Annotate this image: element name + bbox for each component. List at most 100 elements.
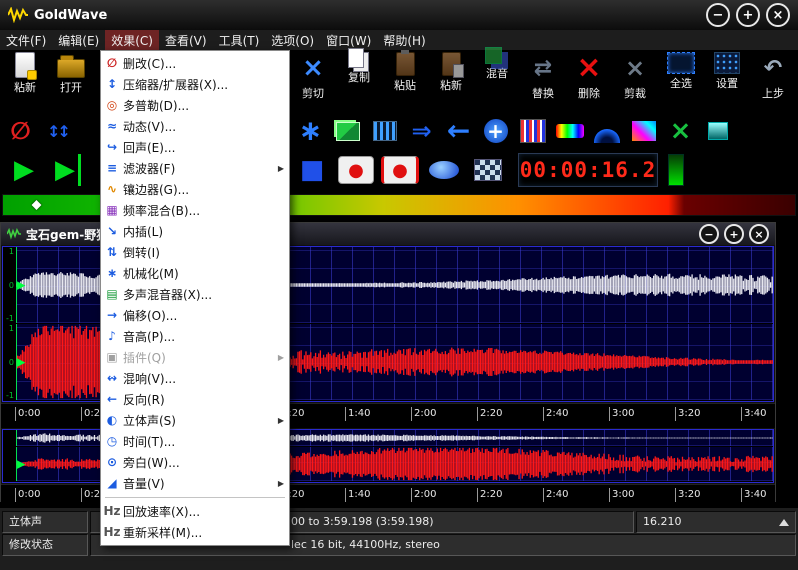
- fx-censor-button[interactable]: ∅: [2, 116, 39, 146]
- time-label: 1:40: [345, 488, 411, 502]
- fx-button-misc[interactable]: [699, 116, 736, 146]
- fx-button-dome[interactable]: [588, 116, 625, 146]
- menu-item-reverse[interactable]: ← 反向(R): [101, 389, 289, 410]
- volume-icon: ◢: [101, 473, 123, 494]
- time-label: 2:40: [543, 407, 609, 421]
- sound-maximize-button[interactable]: +: [724, 224, 744, 244]
- menu-item-volume[interactable]: ◢ 音量(V): [101, 473, 289, 494]
- menu-effect[interactable]: 效果(C): [105, 30, 159, 50]
- fx-button-move[interactable]: +: [477, 116, 514, 146]
- record-button[interactable]: ●: [334, 152, 378, 188]
- paste-button[interactable]: 粘贴: [382, 52, 428, 101]
- select-all-icon: [667, 52, 695, 74]
- overview-axis: [3, 430, 16, 447]
- fx-button-forward[interactable]: ⇒: [403, 116, 440, 146]
- delete-button[interactable]: × 删除: [566, 52, 612, 101]
- fx-button-split[interactable]: ×: [662, 116, 699, 146]
- edit-status-box: 修改状态: [2, 534, 88, 556]
- play-icon: ▶: [14, 154, 34, 186]
- menu-tool[interactable]: 工具(T): [213, 30, 266, 50]
- compress-big-icon: ↕↕: [47, 115, 68, 147]
- menu-item-mechanize[interactable]: ∗ 机械化(M): [101, 263, 289, 284]
- reverb-icon: ↭: [101, 368, 123, 389]
- select-all-button[interactable]: 全选: [658, 52, 704, 101]
- menu-item-invert[interactable]: ⇅ 倒转(I): [101, 242, 289, 263]
- menu-item-voice-over[interactable]: ⊙ 旁白(W)...: [101, 452, 289, 473]
- stop-button[interactable]: ■: [290, 152, 334, 188]
- prev-step-button[interactable]: ↶ 上步: [750, 52, 796, 101]
- play-button[interactable]: ▶: [2, 152, 46, 188]
- trim-button[interactable]: × 剪裁: [612, 52, 658, 101]
- menu-item-flanger[interactable]: ∿ 镶边器(G)...: [101, 179, 289, 200]
- paste-new-doc-icon: [442, 52, 461, 76]
- menu-item-reverb[interactable]: ↭ 混响(V)...: [101, 368, 289, 389]
- menu-item-offset[interactable]: → 偏移(O)...: [101, 305, 289, 326]
- time-label: 0:00: [15, 488, 81, 502]
- stereo-icon: ◐: [101, 410, 123, 431]
- fx-button-chart[interactable]: [366, 116, 403, 146]
- menu-item-compressor-expander[interactable]: ↕ 压缩器/扩展器(X)...: [101, 74, 289, 95]
- close-button[interactable]: ×: [766, 3, 790, 27]
- meter-marker-icon: [32, 200, 42, 210]
- menu-item-mixer[interactable]: ▤ 多声混音器(X)...: [101, 284, 289, 305]
- menu-view[interactable]: 查看(V): [159, 30, 213, 50]
- set-button[interactable]: 设置: [704, 52, 750, 101]
- record-icon: ●: [338, 156, 374, 184]
- stop-icon: ■: [300, 154, 325, 186]
- menu-item-pitch[interactable]: ♪ 音高(P)...: [101, 326, 289, 347]
- menu-file[interactable]: 文件(F): [0, 30, 52, 50]
- menu-item-censor[interactable]: ∅ 删改(C)...: [101, 53, 289, 74]
- reverse-icon: ←: [101, 389, 123, 410]
- menu-item-playback-rate[interactable]: Hz 回放速率(X)...: [101, 501, 289, 522]
- view-preset-button[interactable]: [466, 152, 510, 188]
- minimize-button[interactable]: −: [706, 3, 730, 27]
- menu-item-interpolate[interactable]: ↘ 内插(L): [101, 221, 289, 242]
- play-selection-button[interactable]: ▶: [46, 152, 90, 188]
- menu-item-filter[interactable]: ≡ 滤波器(F): [101, 158, 289, 179]
- menu-item-stereo[interactable]: ◐ 立体声(S): [101, 410, 289, 431]
- play-sel-icon: ▶: [55, 154, 81, 186]
- window-controls: − + ×: [700, 3, 790, 27]
- fx-button-asterisk[interactable]: ∗: [292, 116, 329, 146]
- menu-window[interactable]: 窗口(W): [320, 30, 377, 50]
- fx-button-back[interactable]: ←: [440, 116, 477, 146]
- menu-item-plugin[interactable]: ▣ 插件(Q): [101, 347, 289, 368]
- window-title: GoldWave: [34, 8, 107, 23]
- fx-button-rainbow[interactable]: [551, 116, 588, 146]
- fx-compressor-button[interactable]: ↕↕: [39, 116, 76, 146]
- copy-button[interactable]: 复制: [336, 52, 382, 101]
- sound-minimize-button[interactable]: −: [699, 224, 719, 244]
- interpolate-icon: ↘: [101, 221, 123, 242]
- open-button[interactable]: 打开: [48, 52, 94, 95]
- record-selection-button[interactable]: ●: [378, 152, 422, 188]
- menu-item-time-warp[interactable]: ◷ 时间(T)...: [101, 431, 289, 452]
- mix-button[interactable]: 混音: [474, 52, 520, 101]
- amplitude-label: -1: [6, 315, 14, 323]
- blue-dome-icon: [594, 129, 620, 143]
- maximize-button[interactable]: +: [736, 3, 760, 27]
- menu-options[interactable]: 选项(O): [265, 30, 320, 50]
- fx-button-spectrum[interactable]: [625, 116, 662, 146]
- menu-item-frequency-blend[interactable]: ▦ 频率混合(B)...: [101, 200, 289, 221]
- zoom-box[interactable]: 16.210: [636, 511, 796, 533]
- cue-button[interactable]: [422, 152, 466, 188]
- time-label: 3:00: [609, 407, 675, 421]
- fx-button-tiles[interactable]: [329, 116, 366, 146]
- goldwave-window: GoldWave − + × 文件(F)编辑(E)效果(C)查看(V)工具(T)…: [0, 0, 798, 570]
- sound-close-button[interactable]: ×: [749, 224, 769, 244]
- menu-item-echo[interactable]: ↪ 回声(E)...: [101, 137, 289, 158]
- menu-edit[interactable]: 编辑(E): [52, 30, 105, 50]
- replace-button[interactable]: ⇄ 替换: [520, 52, 566, 101]
- paste-new-doc-button[interactable]: 粘新: [428, 52, 474, 101]
- asterisk-icon: ∗: [299, 115, 322, 147]
- time-display: 00:00:16.2: [518, 153, 658, 187]
- menu-help[interactable]: 帮助(H): [377, 30, 431, 50]
- paste-new-button[interactable]: 粘新: [2, 52, 48, 95]
- menu-item-dynamics[interactable]: ≈ 动态(V)...: [101, 116, 289, 137]
- fx-button-sliders[interactable]: [514, 116, 551, 146]
- cut-button[interactable]: × 剪切: [290, 52, 336, 101]
- menu-item-resample[interactable]: Hz 重新采样(M)...: [101, 522, 289, 543]
- zoom-dropdown-arrow-icon[interactable]: [779, 519, 789, 526]
- menu-item-doppler[interactable]: ◎ 多普勒(D)...: [101, 95, 289, 116]
- cue-oval-icon: [429, 161, 459, 179]
